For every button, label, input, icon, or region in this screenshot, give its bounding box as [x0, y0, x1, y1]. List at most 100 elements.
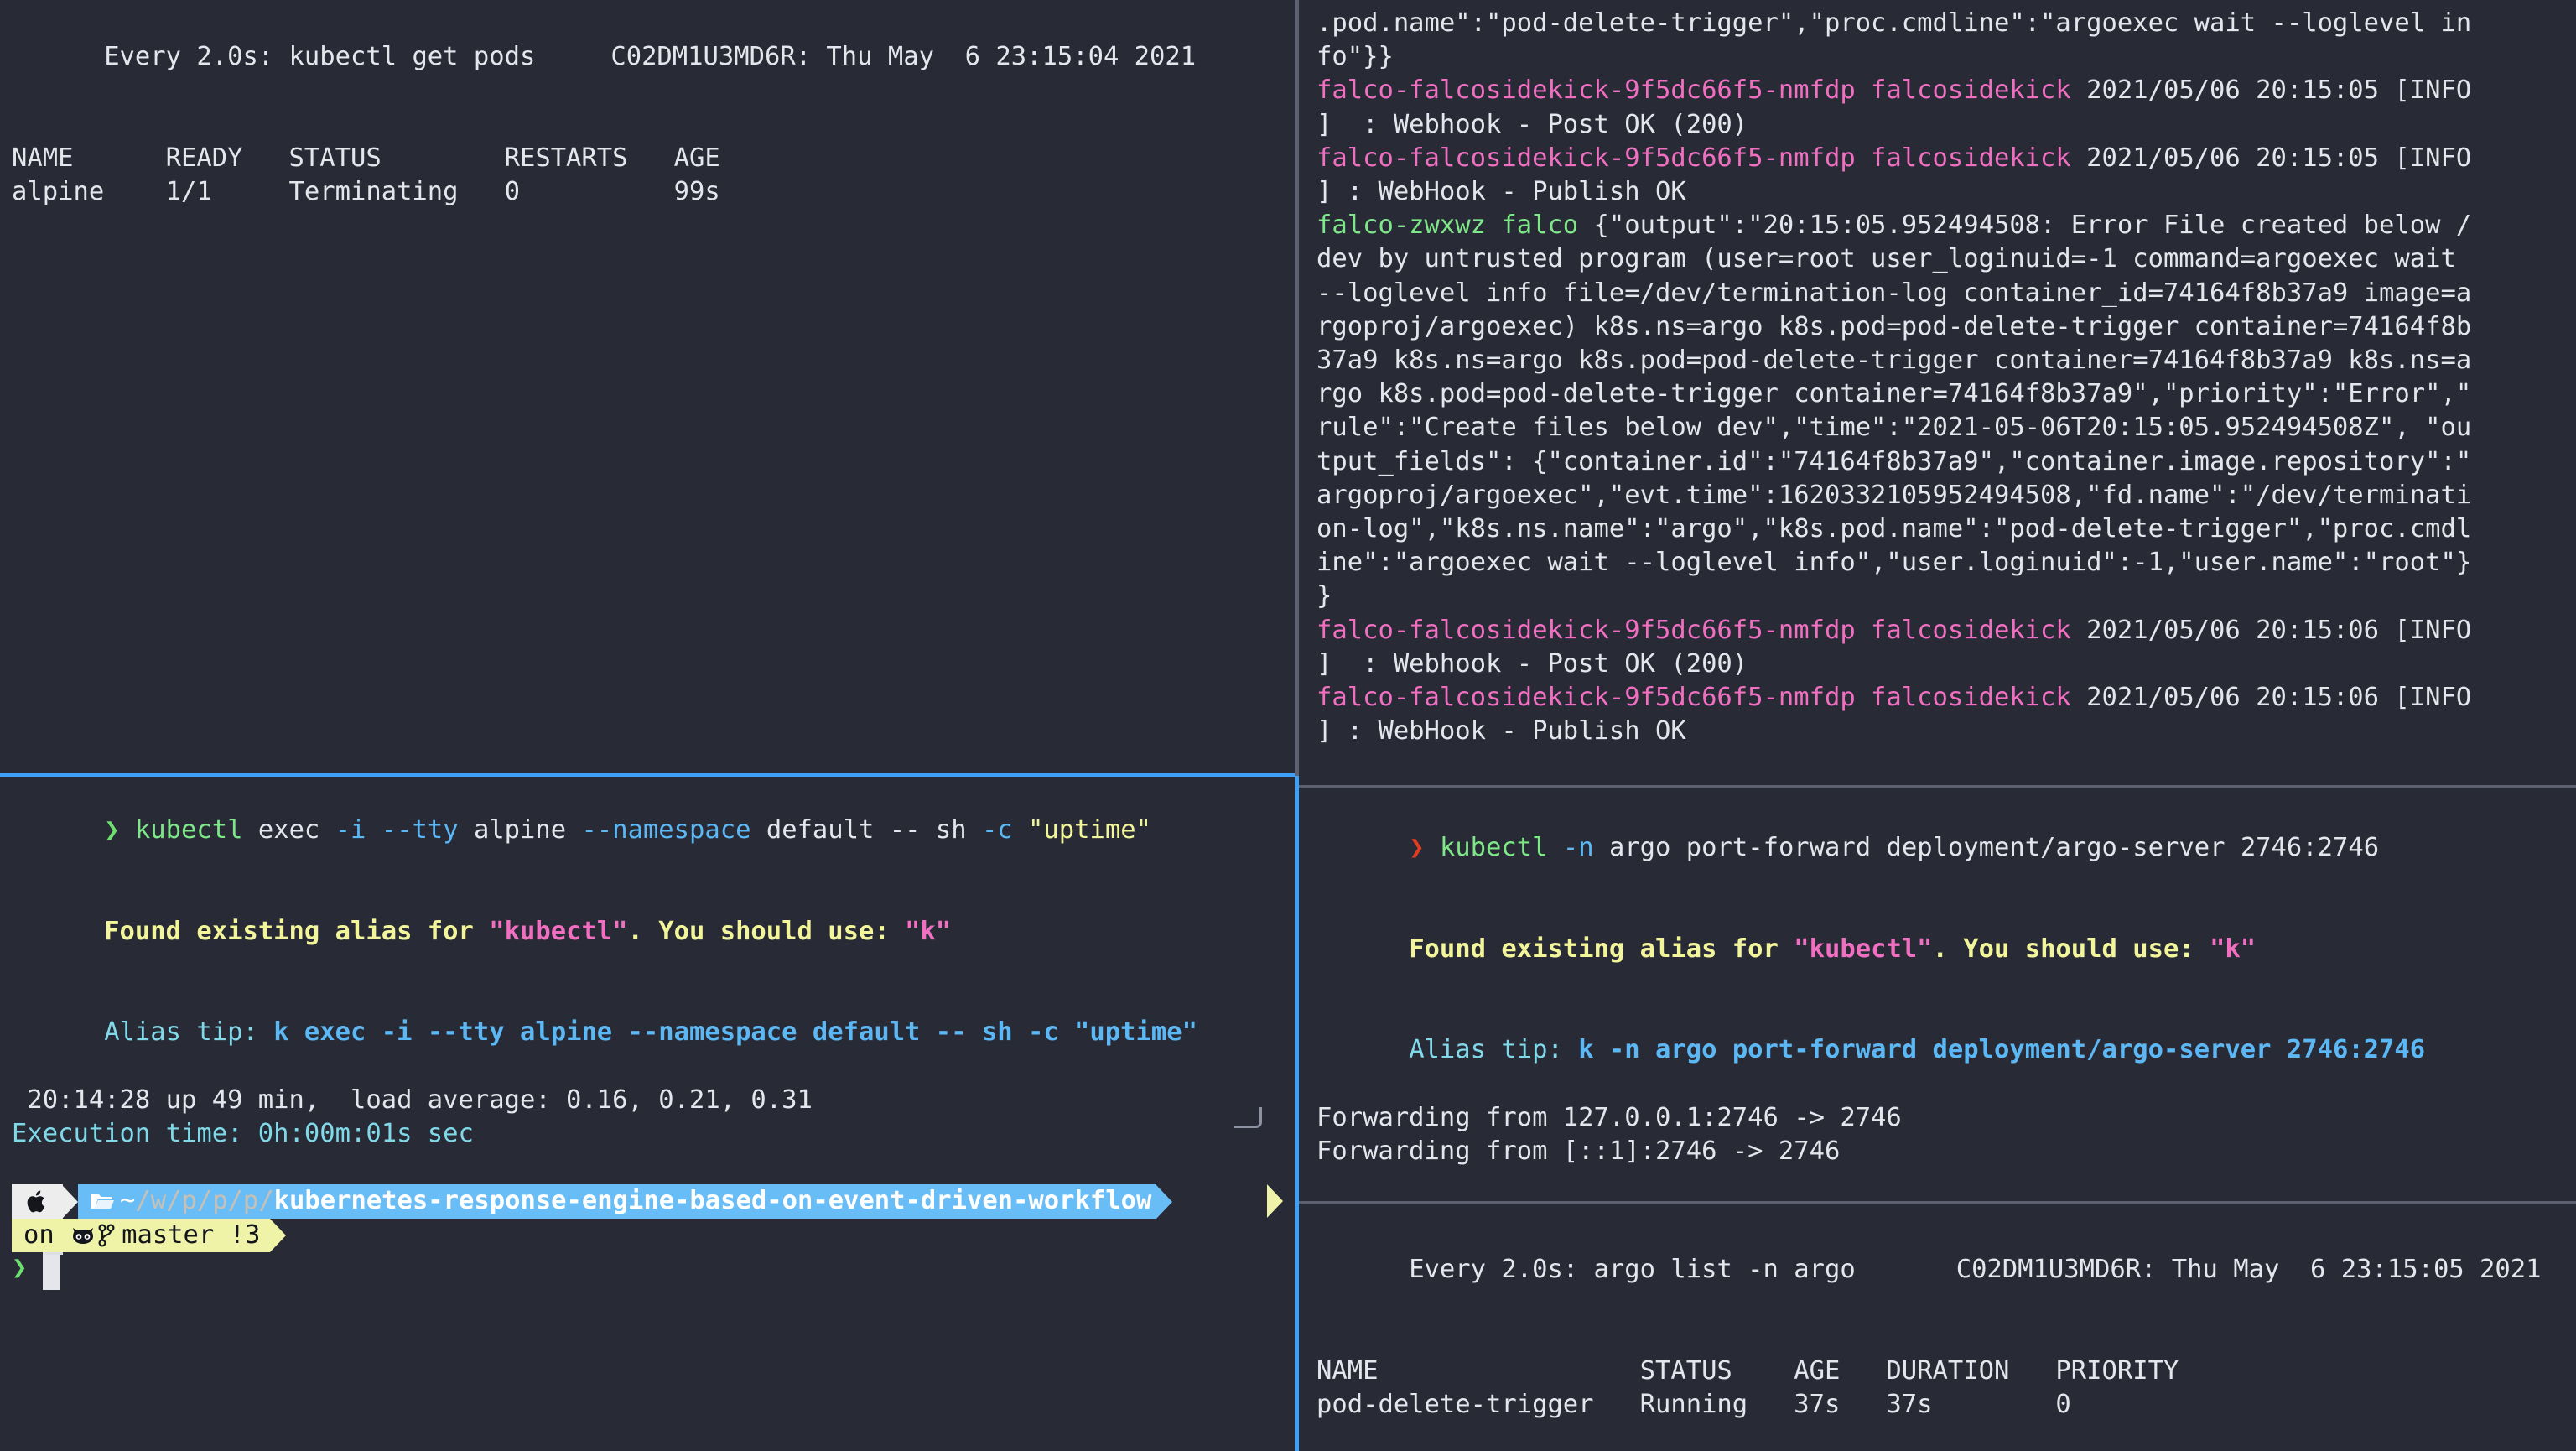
pane-port-forward[interactable]: ❯ kubectl -n argo port-forward deploymen…	[1305, 791, 2576, 1185]
log-line: ] : WebHook - Publish OK	[1317, 715, 2576, 748]
log-line: on-log","k8s.ns.name":"argo","k8s.pod.na…	[1317, 512, 2576, 546]
octocat-icon	[70, 1225, 96, 1246]
log-line-8-seg-0: --loglevel info file=/dev/termination-lo…	[1317, 278, 2471, 308]
log-line: argoproj/argoexec","evt.time":1620332105…	[1317, 479, 2576, 512]
port-forward-alias-warning: Found existing alias for "kubectl". You …	[1317, 899, 2576, 1001]
falco-log-output: .pod.name":"pod-delete-trigger","proc.cm…	[1317, 7, 2576, 748]
port-forward-alias-tip: Alias tip: k -n argo port-forward deploy…	[1317, 1000, 2576, 1101]
log-line-20-seg-1: 2021/05/06 20:15:06 [INFO	[2086, 683, 2471, 712]
log-line-2-seg-0: falco-falcosidekick-9f5dc66f5-nmfdp falc…	[1317, 75, 2086, 105]
shell-left-warn-seg-3: "k"	[905, 917, 951, 946]
shell-left-cmd-seg-0: kubectl	[135, 815, 243, 845]
forwarding-output-ipv6: Forwarding from [::1]:2746 -> 2746	[1317, 1135, 2576, 1168]
log-line-12-seg-0: rule":"Create files below dev","time":"2…	[1317, 413, 2471, 442]
watch-pods-command: Every 2.0s: kubectl get pods	[104, 42, 535, 71]
folder-icon	[90, 1192, 115, 1212]
log-line: rgo k8s.pod=pod-delete-trigger container…	[1317, 377, 2576, 411]
log-line: fo"}}	[1317, 40, 2576, 74]
log-line: ] : Webhook - Post OK (200)	[1317, 108, 2576, 142]
log-line: dev by untrusted program (user=root user…	[1317, 242, 2576, 276]
log-line-0-seg-0: .pod.name":"pod-delete-trigger","proc.cm…	[1317, 8, 2471, 38]
apple-logo-icon	[12, 1184, 62, 1218]
split-vertical-bottom[interactable]	[1295, 776, 1299, 1451]
prompt-path-tail-accent-icon	[1267, 1184, 1283, 1218]
prompt-path-tilde: ~	[120, 1184, 135, 1218]
port-forward-warn-seg-2: . You should use:	[1933, 934, 2210, 964]
log-line: falco-falcosidekick-9f5dc66f5-nmfdp falc…	[1317, 614, 2576, 647]
log-line-4-seg-0: falco-falcosidekick-9f5dc66f5-nmfdp falc…	[1317, 143, 2086, 173]
execution-time-output: Execution time: 0h:00m:01s sec	[12, 1117, 1295, 1151]
watch-pods-host-time: C02DM1U3MD6R: Thu May 6 23:15:04 2021	[610, 42, 1196, 71]
shell-left-cmd-seg-3: alpine	[459, 815, 582, 845]
log-line: ine":"argoexec wait --loglevel info","us…	[1317, 546, 2576, 580]
prompt-sep-path-end-icon	[1156, 1185, 1172, 1219]
prompt-caret-icon: ❯	[104, 815, 119, 845]
log-line-5-seg-0: ] : WebHook - Publish OK	[1317, 177, 1686, 206]
log-line-10-seg-0: 37a9 k8s.ns=argo k8s.pod=pod-delete-trig…	[1317, 346, 2471, 375]
alias-tip-command: k -n argo port-forward deployment/argo-s…	[1578, 1035, 2425, 1064]
shell-left-cmd-seg-5: default -- sh	[750, 815, 981, 845]
log-line: falco-falcosidekick-9f5dc66f5-nmfdp falc…	[1317, 74, 2576, 107]
log-line-13-seg-0: tput_fields": {"container.id":"74164f8b3…	[1317, 447, 2471, 476]
log-line: 37a9 k8s.ns=argo k8s.pod=pod-delete-trig…	[1317, 344, 2576, 377]
alias-tip-label: Alias tip:	[104, 1017, 273, 1047]
split-horizontal-left[interactable]	[0, 773, 1295, 777]
powerline-prompt: ~/w/p/p/p/kubernetes-response-engine-bas…	[12, 1184, 1295, 1251]
forwarding-output-ipv4: Forwarding from 127.0.0.1:2746 -> 2746	[1317, 1101, 2576, 1135]
log-line: tput_fields": {"container.id":"74164f8b3…	[1317, 445, 2576, 479]
log-line-3-seg-0: ] : Webhook - Post OK (200)	[1317, 110, 1748, 139]
log-line-16-seg-0: ine":"argoexec wait --loglevel info","us…	[1317, 548, 2471, 577]
port-forward-warn-seg-1: "kubectl"	[1794, 934, 1932, 964]
shell-left-spacer	[12, 1151, 1295, 1184]
shell-left-alias-warning: Found existing alias for "kubectl". You …	[12, 882, 1295, 983]
log-line: falco-falcosidekick-9f5dc66f5-nmfdp falc…	[1317, 142, 2576, 175]
port-forward-cmd-seg-1	[1547, 833, 1562, 862]
log-line-18-seg-1: 2021/05/06 20:15:06 [INFO	[2086, 616, 2471, 645]
shell-left-cmd-seg-7	[1013, 815, 1028, 845]
port-forward-cmd-seg-2: -n	[1563, 833, 1594, 862]
log-line: ] : Webhook - Post OK (200)	[1317, 647, 2576, 681]
watch-pods-spacer	[12, 108, 1295, 142]
watch-pods-table-header: NAME READY STATUS RESTARTS AGE	[12, 142, 1295, 175]
log-line: .pod.name":"pod-delete-trigger","proc.cm…	[1317, 7, 2576, 40]
log-line-6-seg-1: {"output":"20:15:05.952494508: Error Fil…	[1594, 211, 2472, 240]
alias-tip-label: Alias tip:	[1409, 1035, 1578, 1064]
terminal-screen: Every 2.0s: kubectl get pods C02DM1U3MD6R…	[0, 0, 2576, 1451]
pane-watch-argo[interactable]: Every 2.0s: argo list -n argo C02DM1U3MD6…	[1305, 1208, 2576, 1451]
shell-left-cmd-seg-2: -i --tty	[335, 815, 459, 845]
prompt-path-dim: /w/p/p/p/	[135, 1184, 273, 1218]
log-line-7-seg-0: dev by untrusted program (user=root user…	[1317, 244, 2456, 273]
log-line-4-seg-1: 2021/05/06 20:15:05 [INFO	[2086, 143, 2471, 173]
log-line-17-seg-0: }	[1317, 581, 1332, 611]
log-line-21-seg-0: ] : WebHook - Publish OK	[1317, 716, 1686, 746]
watch-argo-header: Every 2.0s: argo list -n argo C02DM1U3MD6…	[1317, 1220, 2576, 1321]
prompt-git-status: !3	[230, 1219, 261, 1252]
prompt-git-segment: on	[12, 1219, 270, 1252]
split-horizontal-right-lower[interactable]	[1299, 1201, 2576, 1204]
log-line-2-seg-1: 2021/05/06 20:15:05 [INFO	[2086, 75, 2471, 105]
text-cursor[interactable]	[43, 1251, 60, 1290]
alias-tip-command: k exec -i --tty alpine --namespace defau…	[273, 1017, 1197, 1047]
log-line-14-seg-0: argoproj/argoexec","evt.time":1620332105…	[1317, 481, 2471, 510]
log-line: --loglevel info file=/dev/termination-lo…	[1317, 277, 2576, 310]
shell-left-warn-seg-1: "kubectl"	[489, 917, 627, 946]
pane-watch-pods[interactable]: Every 2.0s: kubectl get pods C02DM1U3MD6R…	[0, 0, 1295, 763]
watch-argo-host-time: C02DM1U3MD6R: Thu May 6 23:15:05 2021	[1956, 1255, 2542, 1284]
prompt-caret-icon: ❯	[1409, 833, 1424, 862]
git-branch-icon	[98, 1224, 115, 1247]
shell-left-warn-seg-0: Found existing alias for	[104, 917, 489, 946]
prompt-caret-icon: ❯	[12, 1251, 27, 1285]
log-line: rule":"Create files below dev","time":"2…	[1317, 411, 2576, 445]
port-forward-cmd-seg-3: argo port-forward deployment/argo-server…	[1594, 833, 2380, 862]
prompt-path-repo: kubernetes-response-engine-based-on-even…	[274, 1184, 1152, 1218]
table-row: alpine 1/1 Terminating 0 99s	[12, 175, 1295, 209]
shell-left-input-line[interactable]: ❯	[12, 1251, 1295, 1292]
watch-argo-command: Every 2.0s: argo list -n argo	[1409, 1255, 1856, 1284]
log-line-11-seg-0: rgo k8s.pod=pod-delete-trigger container…	[1317, 379, 2471, 408]
pane-shell-left[interactable]: ❯ kubectl exec -i --tty alpine --namespa…	[0, 773, 1295, 1451]
split-vertical-top[interactable]	[1295, 0, 1299, 776]
shell-left-cmd-seg-6: -c	[982, 815, 1013, 845]
split-horizontal-right-upper[interactable]	[1299, 785, 2576, 788]
log-line-19-seg-0: ] : Webhook - Post OK (200)	[1317, 649, 1748, 679]
prompt-row-path: ~/w/p/p/p/kubernetes-response-engine-bas…	[12, 1184, 1172, 1218]
